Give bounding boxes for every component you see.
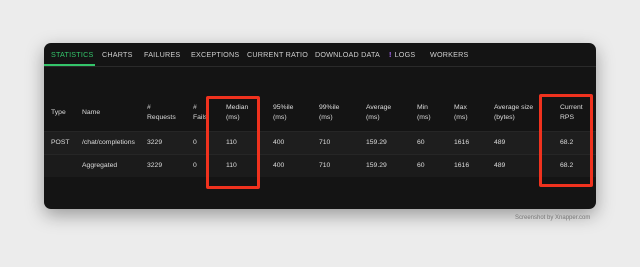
tab-statistics[interactable]: STATISTICS bbox=[51, 50, 93, 59]
col-average-size[interactable]: Average size (bytes) bbox=[494, 103, 533, 123]
cell-average-size: 489 bbox=[494, 162, 506, 169]
rps-highlight-box bbox=[539, 94, 593, 187]
table-row: POST /chat/completions 3229 0 110 400 71… bbox=[44, 132, 596, 154]
cell-average: 159.29 bbox=[366, 139, 387, 146]
cell-max: 1616 bbox=[454, 162, 470, 169]
col-min[interactable]: Min (ms) bbox=[417, 103, 431, 123]
watermark: Screenshot by Xnapper.com bbox=[515, 215, 591, 221]
cell-99ile: 710 bbox=[319, 162, 331, 169]
cell-min: 60 bbox=[417, 139, 425, 146]
col-95ile[interactable]: 95%ile (ms) bbox=[273, 103, 293, 123]
cell-min: 60 bbox=[417, 162, 425, 169]
warning-icon: ! bbox=[389, 50, 392, 59]
tab-download-data[interactable]: DOWNLOAD DATA bbox=[315, 50, 380, 59]
tab-current-ratio[interactable]: CURRENT RATIO bbox=[247, 50, 308, 59]
cell-fails: 0 bbox=[193, 162, 197, 169]
col-99ile[interactable]: 99%ile (ms) bbox=[319, 103, 339, 123]
cell-requests: 3229 bbox=[147, 162, 163, 169]
tab-exceptions[interactable]: EXCEPTIONS bbox=[191, 50, 239, 59]
cell-type: POST bbox=[51, 139, 70, 146]
cell-name: Aggregated bbox=[82, 162, 118, 169]
tab-logs[interactable]: ! LOGS bbox=[389, 50, 415, 59]
table-header: Type Name # Requests # Fails Median (ms) 95… bbox=[44, 98, 596, 131]
active-tab-indicator bbox=[44, 64, 95, 66]
col-requests[interactable]: # Requests bbox=[147, 103, 176, 123]
tab-failures[interactable]: FAILURES bbox=[144, 50, 180, 59]
median-highlight-box bbox=[206, 96, 260, 189]
tab-workers[interactable]: WORKERS bbox=[430, 50, 469, 59]
col-name[interactable]: Name bbox=[82, 108, 100, 118]
locust-window: STATISTICS CHARTS FAILURES EXCEPTIONS CU… bbox=[44, 43, 596, 209]
cell-max: 1616 bbox=[454, 139, 470, 146]
cell-average-size: 489 bbox=[494, 139, 506, 146]
table-row: Aggregated 3229 0 110 400 710 159.29 60 … bbox=[44, 155, 596, 177]
tab-bar: STATISTICS CHARTS FAILURES EXCEPTIONS CU… bbox=[44, 43, 596, 67]
cell-99ile: 710 bbox=[319, 139, 331, 146]
tab-charts[interactable]: CHARTS bbox=[102, 50, 133, 59]
cell-fails: 0 bbox=[193, 139, 197, 146]
cell-95ile: 400 bbox=[273, 139, 285, 146]
col-average[interactable]: Average (ms) bbox=[366, 103, 391, 123]
col-max[interactable]: Max (ms) bbox=[454, 103, 468, 123]
cell-95ile: 400 bbox=[273, 162, 285, 169]
tab-logs-label: LOGS bbox=[394, 50, 416, 59]
cell-requests: 3229 bbox=[147, 139, 163, 146]
col-type[interactable]: Type bbox=[51, 108, 66, 118]
cell-average: 159.29 bbox=[366, 162, 387, 169]
cell-name: /chat/completions bbox=[82, 139, 135, 146]
